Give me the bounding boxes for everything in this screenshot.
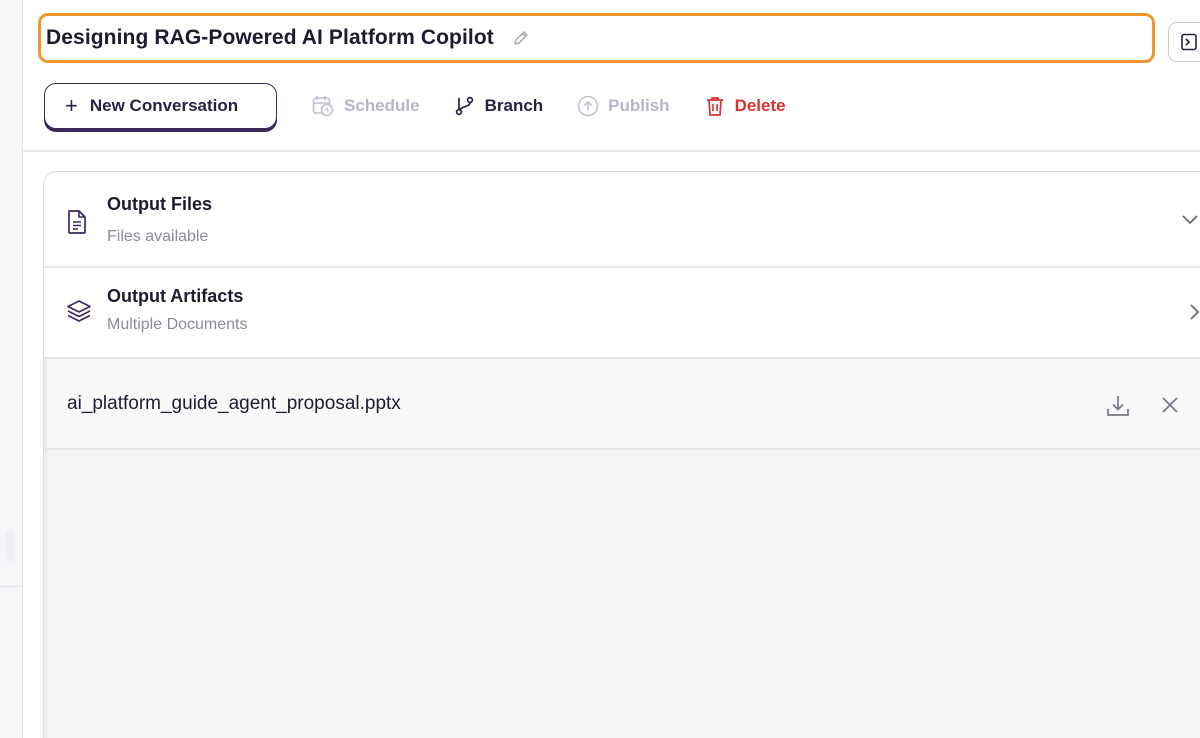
sidebar-divider bbox=[0, 586, 22, 587]
upload-circle-icon bbox=[577, 95, 599, 117]
download-icon[interactable] bbox=[1105, 393, 1131, 424]
schedule-label: Schedule bbox=[344, 96, 420, 115]
left-sidebar-strip bbox=[0, 0, 23, 738]
close-icon[interactable] bbox=[1160, 395, 1180, 420]
branch-label: Branch bbox=[484, 96, 544, 115]
panel-toggle-icon bbox=[1181, 33, 1197, 51]
trash-icon bbox=[706, 97, 723, 116]
chevron-right-icon[interactable] bbox=[1186, 302, 1200, 327]
new-conversation-label: New Conversation bbox=[89, 96, 239, 115]
layers-icon bbox=[66, 298, 92, 329]
output-artifacts-section[interactable]: Output Artifacts Multiple Documents bbox=[44, 268, 1200, 359]
delete-button[interactable]: Delete bbox=[704, 83, 786, 129]
plus-icon: + bbox=[65, 93, 78, 118]
output-files-section[interactable]: Output Files Files available bbox=[44, 172, 1200, 268]
publish-label: Publish bbox=[608, 96, 670, 115]
publish-button[interactable]: Publish bbox=[577, 83, 670, 129]
conversation-title: Designing RAG-Powered AI Platform Copilo… bbox=[46, 26, 494, 49]
header-divider bbox=[22, 150, 1200, 152]
output-files-title: Output Files bbox=[107, 194, 212, 214]
file-preview-area bbox=[44, 450, 1200, 738]
branch-button[interactable]: Branch bbox=[454, 83, 544, 129]
document-icon bbox=[66, 209, 88, 240]
new-conversation-button[interactable]: + New Conversation bbox=[44, 83, 277, 129]
schedule-button[interactable]: Schedule bbox=[311, 83, 420, 129]
panel-toggle-button[interactable] bbox=[1168, 22, 1200, 62]
output-files-subtitle: Files available bbox=[107, 228, 209, 245]
delete-label: Delete bbox=[734, 96, 786, 115]
output-artifacts-title: Output Artifacts bbox=[107, 286, 244, 306]
calendar-clock-icon bbox=[312, 96, 334, 117]
open-file-row: ai_platform_guide_agent_proposal.pptx bbox=[44, 359, 1200, 450]
file-name: ai_platform_guide_agent_proposal.pptx bbox=[67, 393, 401, 414]
conversation-title-field[interactable]: Designing RAG-Powered AI Platform Copilo… bbox=[38, 13, 1155, 63]
output-panel: Output Files Files available Output Arti… bbox=[43, 171, 1200, 738]
chevron-down-icon[interactable] bbox=[1180, 212, 1200, 231]
conversation-toolbar: + New Conversation Schedule Branch Publi… bbox=[44, 82, 786, 130]
sidebar-scroll-handle[interactable] bbox=[5, 530, 15, 562]
pencil-icon[interactable] bbox=[512, 29, 530, 47]
output-artifacts-subtitle: Multiple Documents bbox=[107, 316, 248, 333]
conversation-page: Designing RAG-Powered AI Platform Copilo… bbox=[0, 0, 1200, 738]
git-branch-icon bbox=[455, 96, 473, 116]
